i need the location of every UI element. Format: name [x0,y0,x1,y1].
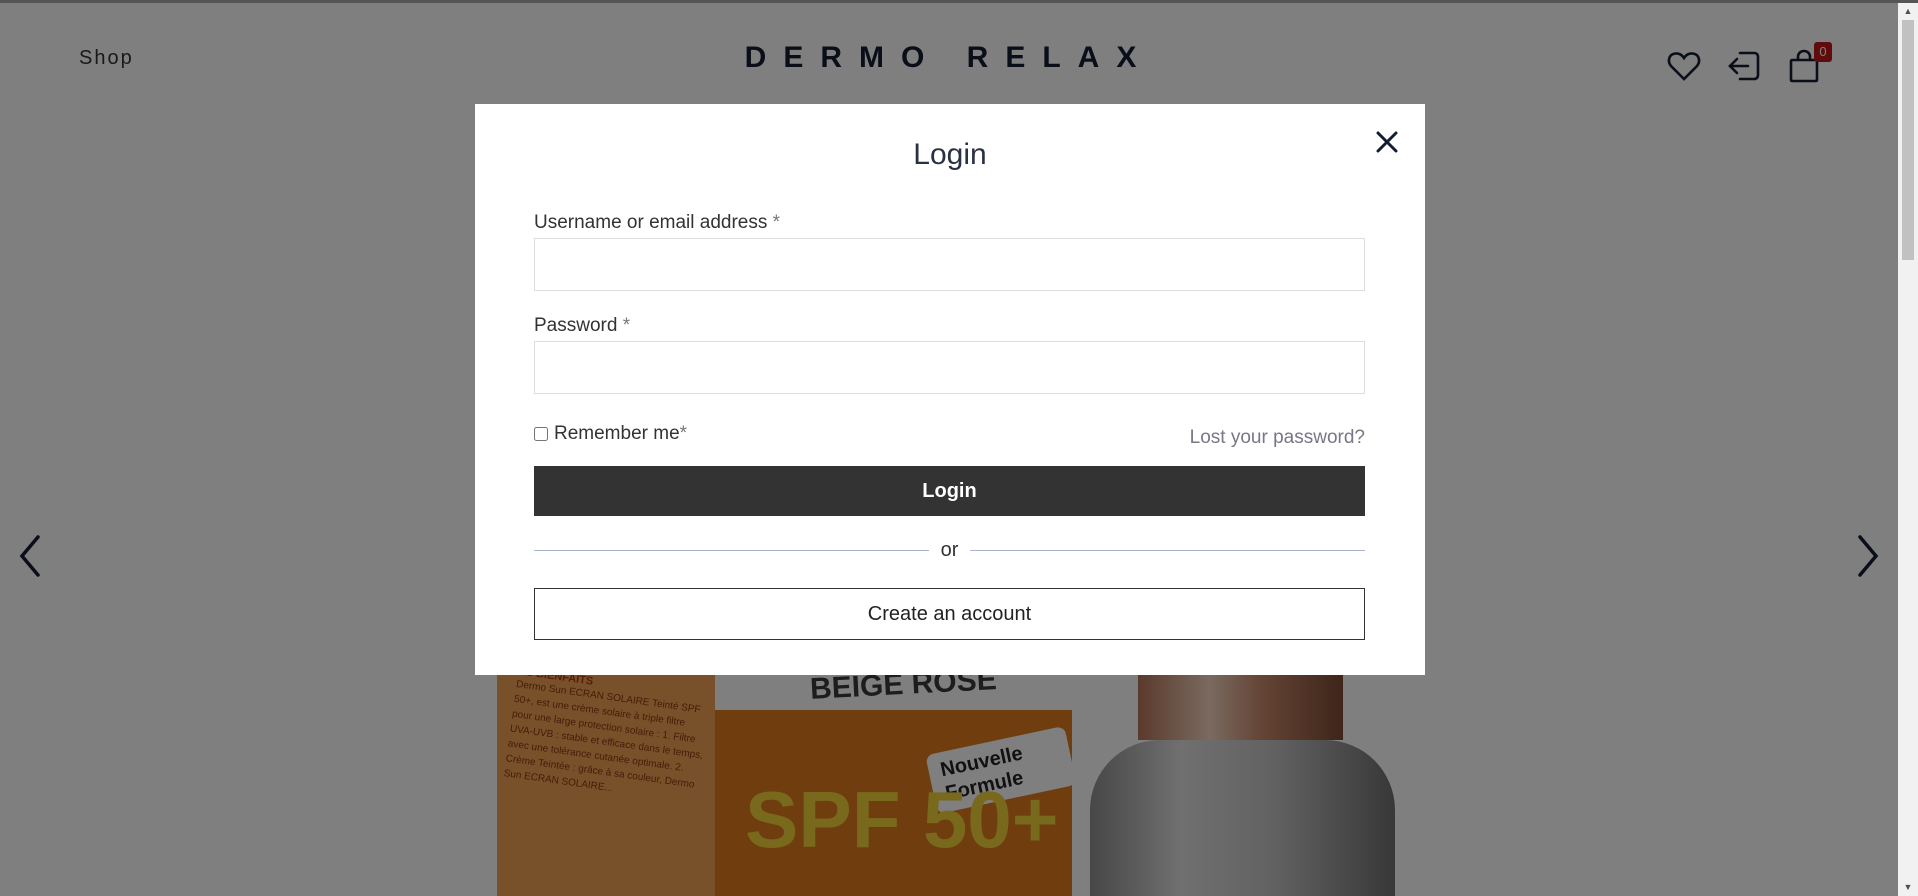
or-label: or [940,539,959,561]
remember-me[interactable]: Remember me * [534,423,687,445]
login-button[interactable]: Login [534,466,1365,516]
username-input[interactable] [534,238,1365,291]
scroll-down-icon[interactable]: ▼ [1898,879,1918,896]
password-label: Password * [534,315,631,336]
remember-me-checkbox[interactable] [534,427,548,441]
remember-me-label: Remember me [554,423,680,444]
scroll-up-icon[interactable]: ▲ [1898,3,1918,20]
password-input[interactable] [534,341,1365,394]
create-account-button[interactable]: Create an account [534,588,1365,640]
divider-line-left [534,550,929,551]
login-modal: Login Username or email address * Passwo… [475,104,1425,675]
scrollbar-thumb[interactable] [1902,20,1914,260]
or-divider: or [534,534,1365,570]
username-label: Username or email address * [534,212,781,233]
close-icon[interactable] [1371,126,1403,158]
login-form: Username or email address * Password * R… [534,212,1365,640]
page-scrollbar[interactable]: ▲ ▼ [1898,3,1918,896]
modal-title: Login [913,138,987,171]
divider-line-right [970,550,1365,551]
remember-row: Remember me * Lost your password? [534,418,1365,450]
window-top-border [0,0,1918,3]
lost-password-link[interactable]: Lost your password? [1190,427,1365,449]
